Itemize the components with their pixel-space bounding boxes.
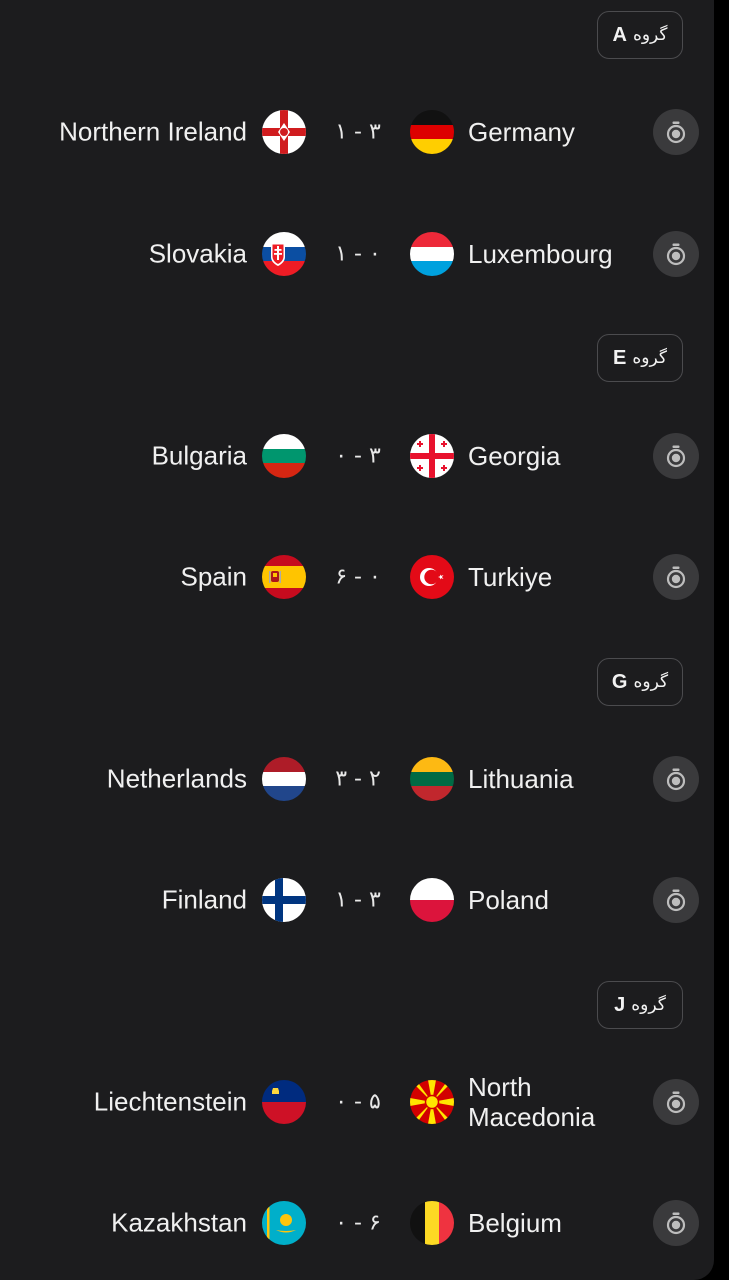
home-team-name: Netherlands bbox=[106, 763, 247, 794]
watch-button[interactable] bbox=[653, 1200, 699, 1246]
group-badge-a[interactable]: گروه A bbox=[597, 11, 683, 59]
georgia-flag bbox=[410, 434, 454, 478]
stopwatch-icon bbox=[666, 445, 686, 468]
group-word: گروه bbox=[632, 348, 667, 368]
stopwatch-icon bbox=[666, 566, 686, 589]
home-team-name: Liechtenstein bbox=[93, 1086, 247, 1117]
group-letter: A bbox=[612, 23, 627, 46]
away-team-name: Germany bbox=[468, 117, 575, 147]
score: ۱ - ۳ bbox=[335, 119, 381, 145]
finland-flag bbox=[262, 878, 306, 922]
score: ۶ - ۰ bbox=[335, 564, 381, 590]
stopwatch-icon bbox=[666, 1212, 686, 1235]
away-team-name: North Macedonia bbox=[468, 1072, 596, 1132]
watch-button[interactable] bbox=[653, 554, 699, 600]
fixtures-card: گروه A Northern Ireland ۱ - ۳ Germany Sl… bbox=[0, 0, 714, 1280]
liechtenstein-flag bbox=[262, 1080, 306, 1124]
match-row[interactable]: Kazakhstan ۰ - ۶ Belgium bbox=[0, 1193, 714, 1253]
match-row[interactable]: Northern Ireland ۱ - ۳ Germany bbox=[0, 102, 714, 162]
stopwatch-icon bbox=[666, 768, 686, 791]
watch-button[interactable] bbox=[653, 756, 699, 802]
score: ۱ - ۰ bbox=[335, 241, 381, 267]
group-word: گروه bbox=[632, 25, 668, 45]
score: ۳ - ۲ bbox=[335, 766, 381, 792]
stopwatch-icon bbox=[666, 243, 686, 266]
belgium-flag bbox=[410, 1201, 454, 1245]
score: ۰ - ۶ bbox=[335, 1210, 381, 1236]
bulgaria-flag bbox=[262, 434, 306, 478]
match-row[interactable]: Bulgaria ۰ - ۳ Georgia bbox=[0, 426, 714, 486]
group-letter: E bbox=[613, 346, 627, 369]
north-macedonia-flag bbox=[410, 1080, 454, 1124]
group-badge-g[interactable]: گروه G bbox=[597, 658, 683, 706]
northern-ireland-flag bbox=[262, 110, 306, 154]
watch-button[interactable] bbox=[653, 1079, 699, 1125]
match-row[interactable]: Finland ۱ - ۳ Poland bbox=[0, 870, 714, 930]
watch-button[interactable] bbox=[653, 109, 699, 155]
away-team-name: Georgia bbox=[468, 441, 561, 471]
group-word: گروه bbox=[633, 672, 669, 692]
home-team-name: Spain bbox=[180, 561, 248, 592]
watch-button[interactable] bbox=[653, 433, 699, 479]
group-letter: J bbox=[614, 993, 626, 1016]
home-team-name: Bulgaria bbox=[151, 440, 247, 471]
home-team-name: Finland bbox=[161, 884, 247, 915]
watch-button[interactable] bbox=[653, 231, 699, 277]
stopwatch-icon bbox=[666, 889, 686, 912]
group-letter: G bbox=[611, 670, 628, 693]
home-team-name: Kazakhstan bbox=[111, 1207, 247, 1238]
poland-flag bbox=[410, 878, 454, 922]
match-row[interactable]: Netherlands ۳ - ۲ Lithuania bbox=[0, 749, 714, 809]
germany-flag bbox=[410, 110, 454, 154]
away-team-name: Belgium bbox=[468, 1208, 562, 1238]
away-team-name: Turkiye bbox=[468, 562, 553, 592]
match-row[interactable]: Spain ۶ - ۰ Turkiye bbox=[0, 547, 714, 607]
score: ۰ - ۳ bbox=[335, 443, 381, 469]
group-word: گروه bbox=[631, 995, 666, 1015]
group-badge-e[interactable]: گروه E bbox=[597, 334, 683, 382]
luxembourg-flag bbox=[410, 232, 454, 276]
away-team-name: Poland bbox=[468, 885, 549, 915]
home-team-name: Slovakia bbox=[148, 238, 247, 269]
stopwatch-icon bbox=[666, 1091, 686, 1114]
lithuania-flag bbox=[410, 757, 454, 801]
kazakhstan-flag bbox=[262, 1201, 306, 1245]
turkiye-flag bbox=[410, 555, 454, 599]
slovakia-flag bbox=[262, 232, 306, 276]
score: ۱ - ۳ bbox=[335, 887, 381, 913]
match-row[interactable]: Liechtenstein ۰ - ۵ North Macedonia bbox=[0, 1072, 714, 1132]
away-team-name: Luxembourg bbox=[468, 239, 613, 269]
group-badge-j[interactable]: گروه J bbox=[597, 981, 683, 1029]
match-row[interactable]: Slovakia ۱ - ۰ Luxembourg bbox=[0, 224, 714, 284]
away-team-name: Lithuania bbox=[468, 764, 574, 794]
home-team-name: Northern Ireland bbox=[59, 116, 247, 147]
score: ۰ - ۵ bbox=[335, 1089, 381, 1115]
spain-flag bbox=[262, 555, 306, 599]
stopwatch-icon bbox=[666, 121, 686, 144]
watch-button[interactable] bbox=[653, 877, 699, 923]
netherlands-flag bbox=[262, 757, 306, 801]
